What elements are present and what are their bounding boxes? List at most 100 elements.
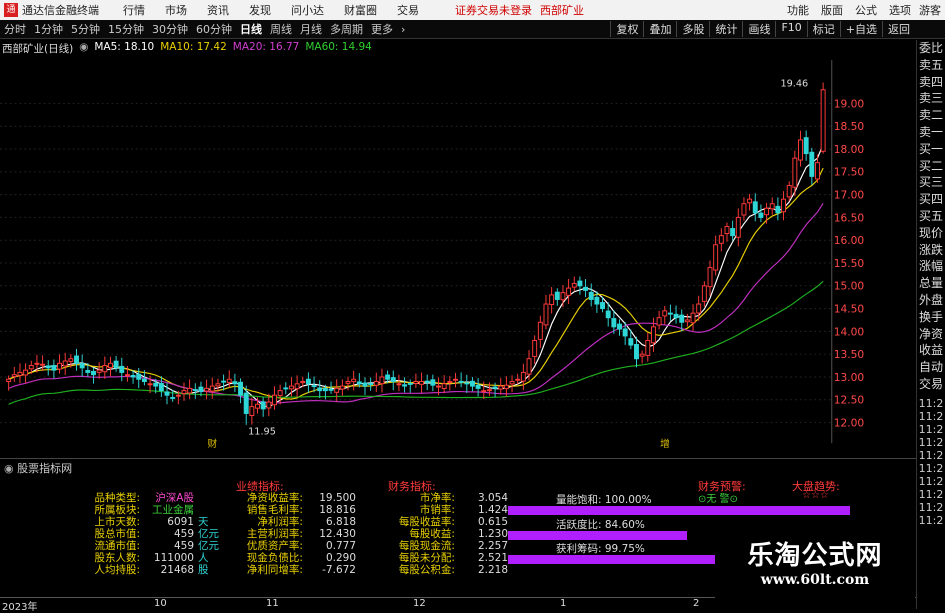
indicator-value: 19.500 bbox=[319, 492, 356, 504]
candle-body bbox=[679, 314, 685, 323]
candle-body bbox=[792, 157, 798, 188]
candle-body bbox=[328, 388, 334, 391]
y-axis: 19.00 18.50 18.00 17.50 17.00 16.50 16.00 15.50… bbox=[831, 60, 865, 444]
tab-more[interactable]: 更多 bbox=[367, 21, 397, 37]
kline-chart[interactable]: 19.00 18.50 18.00 17.50 17.00 16.50 16.00 15.50… bbox=[0, 55, 888, 455]
overlay-button[interactable]: 叠加 bbox=[643, 21, 676, 37]
candle-body bbox=[566, 287, 572, 296]
candle-body bbox=[277, 390, 283, 396]
tab-daily[interactable]: 日线 bbox=[236, 21, 266, 37]
menu-item-ask[interactable]: 问小达 bbox=[281, 2, 334, 18]
indicator-label: 净利同增率: bbox=[246, 564, 303, 576]
menu-item-options[interactable]: 选项 bbox=[883, 2, 917, 18]
f10-button[interactable]: F10 bbox=[775, 21, 806, 37]
adjust-button[interactable]: 复权 bbox=[610, 21, 643, 37]
candle-body bbox=[119, 365, 125, 373]
indicator-value: 沪深A股 bbox=[155, 492, 194, 504]
tab-multi-period[interactable]: 多周期 bbox=[326, 21, 367, 37]
date-label: 2023年 bbox=[2, 602, 38, 613]
candle-body bbox=[577, 280, 583, 287]
login-notice[interactable]: 证券交易未登录 bbox=[455, 2, 532, 18]
candle-body bbox=[781, 198, 786, 213]
high-price-label: 19.46 bbox=[780, 78, 808, 89]
mark-button[interactable]: 标记 bbox=[806, 21, 840, 37]
candle-body bbox=[560, 292, 566, 301]
marker-finance: 财 bbox=[207, 437, 217, 450]
menu-item-trade[interactable]: 交易 bbox=[387, 2, 429, 18]
tab-5min[interactable]: 5分钟 bbox=[67, 21, 104, 37]
indicator-row: 每股公积金: 2.218 bbox=[388, 564, 508, 576]
tab-monthly[interactable]: 月线 bbox=[296, 21, 326, 37]
quote-field-label: 卖五 bbox=[918, 57, 943, 72]
date-label: 10 bbox=[154, 598, 167, 609]
tab-timeshare[interactable]: 分时 bbox=[0, 21, 30, 37]
candle-body bbox=[11, 374, 17, 378]
right-menu: 功能 版面 公式 选项 bbox=[781, 2, 917, 18]
tab-weekly[interactable]: 周线 bbox=[266, 21, 296, 37]
gauge-label: 活跃度比: 84.60% bbox=[556, 519, 645, 531]
finance-column: 市净率: 3.054 市销率: 1.424 每股收益率: 0.615 每股收益: 1.230 每… bbox=[388, 492, 508, 576]
candle-body bbox=[62, 360, 68, 367]
candle-body bbox=[758, 212, 764, 218]
indicator-label: 股总市值: bbox=[94, 528, 140, 540]
menu-item-news[interactable]: 资讯 bbox=[197, 2, 239, 18]
settings-icon[interactable]: ◉ bbox=[4, 462, 17, 475]
quote-field-label: 卖四 bbox=[918, 74, 943, 89]
candle-body bbox=[175, 394, 181, 397]
draw-button[interactable]: 画线 bbox=[742, 21, 775, 37]
ma-line-ma5 bbox=[8, 144, 824, 408]
quote-field-label: 委比 bbox=[918, 41, 943, 55]
menu-item-layout[interactable]: 版面 bbox=[815, 2, 849, 18]
indicator-unit: 人 bbox=[198, 552, 209, 564]
candle-body bbox=[351, 378, 357, 383]
menu-item-discover[interactable]: 发现 bbox=[239, 2, 281, 18]
indicator-value: 0.615 bbox=[477, 516, 508, 528]
y-tick-label: 12.50 bbox=[834, 394, 865, 407]
indicator-unit: 天 bbox=[198, 516, 209, 528]
menu-item-quotes[interactable]: 行情 bbox=[113, 2, 155, 18]
candle-body bbox=[198, 386, 204, 393]
indicator-value: 21468 bbox=[160, 564, 194, 576]
menu-item-wealth[interactable]: 财富圈 bbox=[334, 2, 387, 18]
stats-button[interactable]: 统计 bbox=[709, 21, 742, 37]
quote-field-label: 交易 bbox=[918, 376, 943, 391]
candle-body bbox=[362, 382, 368, 387]
indicator-row: 流通市值: 459 亿元 bbox=[72, 540, 232, 552]
ma20-label: MA20: 16.77 bbox=[232, 41, 300, 53]
indicator-label: 现金负债比: bbox=[246, 552, 303, 564]
indicator-row: 上市天数: 6091 天 bbox=[72, 516, 232, 528]
tab-30min[interactable]: 30分钟 bbox=[148, 21, 192, 37]
settings-icon[interactable]: ◉ bbox=[79, 41, 88, 55]
menu-item-function[interactable]: 功能 bbox=[781, 2, 815, 18]
candle-body bbox=[588, 291, 594, 300]
title-bar: 通 通达信金融终端 行情 市场 资讯 发现 问小达 财富圈 交易 证券交易未登录… bbox=[0, 0, 945, 20]
tab-1min[interactable]: 1分钟 bbox=[30, 21, 67, 37]
indicator-row: 每股收益: 1.230 bbox=[388, 528, 508, 540]
candle-body bbox=[509, 381, 515, 385]
candle-body bbox=[288, 385, 294, 390]
candle-body bbox=[634, 344, 639, 360]
indicator-value: 18.816 bbox=[319, 504, 356, 516]
chevron-right-icon[interactable]: › bbox=[397, 23, 409, 36]
chart-tools: 复权 叠加 多股 统计 画线 F10 标记 +自选 返回 bbox=[610, 21, 915, 37]
candle-body bbox=[436, 385, 441, 388]
marker-increase: 增 bbox=[660, 437, 670, 450]
candle-body bbox=[464, 382, 470, 385]
gauge-label: 获利筹码: 99.75% bbox=[556, 543, 645, 555]
back-button[interactable]: 返回 bbox=[882, 21, 915, 37]
menu-item-market[interactable]: 市场 bbox=[155, 2, 197, 18]
add-watchlist-button[interactable]: +自选 bbox=[839, 21, 882, 37]
multi-stock-button[interactable]: 多股 bbox=[676, 21, 709, 37]
candle-body bbox=[447, 381, 453, 383]
tab-15min[interactable]: 15分钟 bbox=[104, 21, 148, 37]
quote-field-label: 卖三 bbox=[918, 91, 943, 106]
user-label[interactable]: 游客 bbox=[919, 2, 941, 18]
menu-item-formula[interactable]: 公式 bbox=[849, 2, 883, 18]
candle-body bbox=[413, 381, 419, 384]
candle-body bbox=[385, 374, 391, 380]
candle-body bbox=[611, 318, 617, 328]
tab-60min[interactable]: 60分钟 bbox=[192, 21, 236, 37]
candle-body bbox=[718, 235, 724, 244]
indicator-label: 所属板块: bbox=[94, 504, 140, 516]
y-tick-label: 15.50 bbox=[834, 257, 865, 270]
